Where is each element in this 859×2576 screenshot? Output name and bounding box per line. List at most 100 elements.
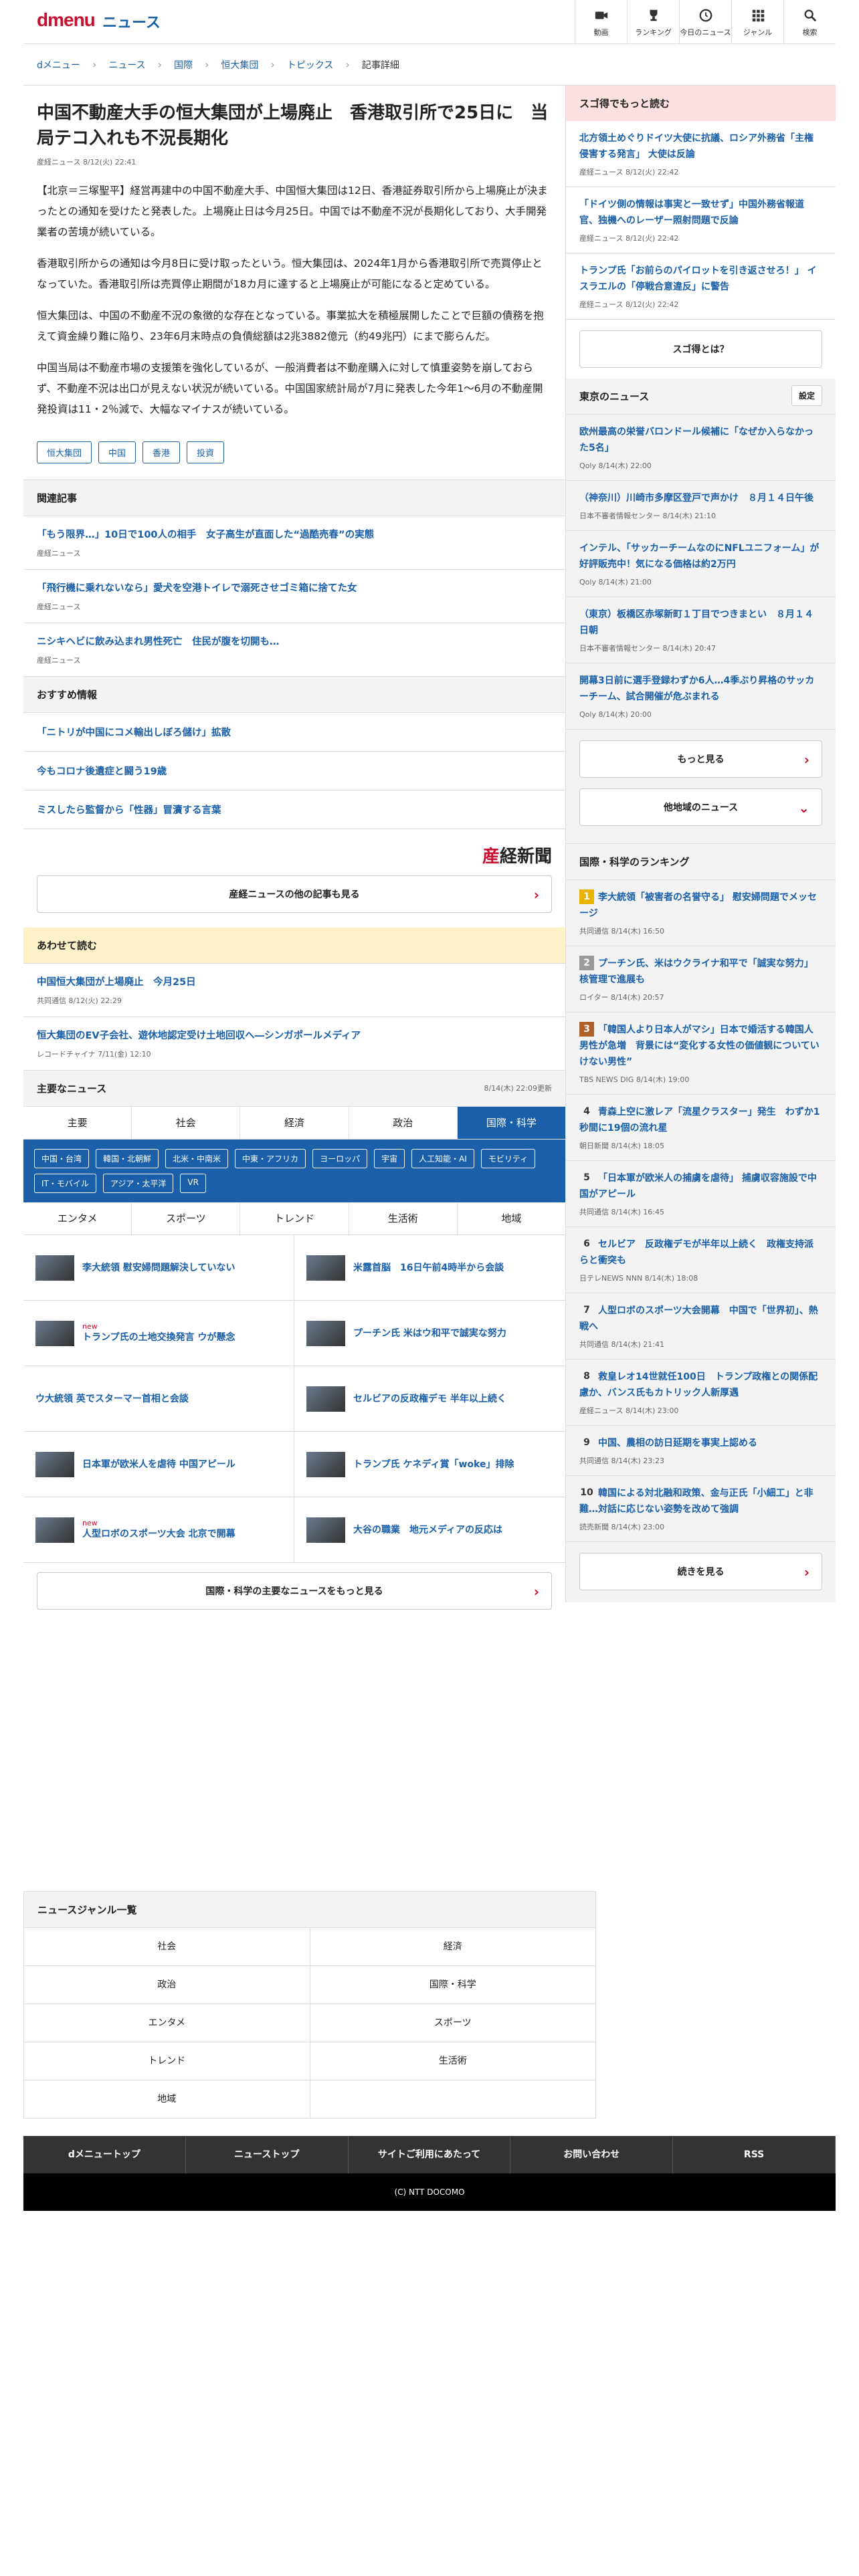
subtag[interactable]: 中東・アフリカ: [235, 1149, 306, 1168]
tokyo-item[interactable]: 欧州最高の栄誉バロンドール候補に「なぜか入らなかった5名」 Qoly 8/14(木…: [566, 415, 836, 481]
ranking-item[interactable]: 5 「日本軍が欧米人の捕虜を虐待」 捕虜収容施設で中国がアピール 共同通信 8/14…: [566, 1161, 836, 1227]
ranking-item[interactable]: 10 韓国による対北融和政策、金与正氏「小細工」と非難…対話に応じない姿勢を改めて…: [566, 1476, 836, 1542]
subtag[interactable]: アジア・太平洋: [102, 1174, 174, 1193]
ranking-item[interactable]: 3 「韓国人より日本人がマシ」日本で婚活する韓国人男性が急増 背景には“変化する女…: [566, 1012, 836, 1095]
other-region-button[interactable]: 他地域のニュース ⌄: [579, 788, 822, 826]
ranking-item[interactable]: 9 中国、農相の訪日延期を事実上認める 共同通信 8/14(木) 23:23: [566, 1426, 836, 1476]
news-item[interactable]: セルビアの反政権デモ 半年以上続く: [294, 1366, 565, 1432]
subtag[interactable]: VR: [180, 1174, 206, 1193]
tokyo-title[interactable]: （神奈川）川崎市多摩区登戸で声かけ ８月１４日午後: [579, 490, 822, 506]
also-title[interactable]: 恒大集団のEV子会社、遊休地認定受け土地回収へ―シンガポールメディア: [37, 1028, 552, 1042]
tab2-1[interactable]: スポーツ: [132, 1202, 241, 1235]
tokyo-title[interactable]: 開幕3日前に選手登録わずか6人…4季ぶり昇格のサッカーチーム、試合開催が危ぶまれ…: [579, 673, 822, 705]
news-title[interactable]: 大谷の職業 地元メディアの反応は: [353, 1525, 502, 1535]
ranking-title[interactable]: 青森上空に激レア「流星クラスター」発生 わずか1秒間に19個の流れ星: [579, 1107, 820, 1134]
header-nav-video[interactable]: 動画: [575, 0, 627, 44]
tab-2[interactable]: 経済: [240, 1107, 349, 1139]
also-title[interactable]: 中国恒大集団が上場廃止 今月25日: [37, 974, 552, 988]
tokyo-item[interactable]: 開幕3日前に選手登録わずか6人…4季ぶり昇格のサッカーチーム、試合開催が危ぶまれ…: [566, 663, 836, 730]
ranking-item[interactable]: 2 プーチン氏、米はウクライナ和平で「誠実な努力」 核管理で進展も ロイター 8/1…: [566, 946, 836, 1012]
tab-0[interactable]: 主要: [23, 1107, 132, 1139]
footer-link[interactable]: サイトご利用にあたって: [349, 2136, 511, 2173]
tab-4[interactable]: 国際・科学: [457, 1107, 566, 1139]
ranking-title[interactable]: 韓国による対北融和政策、金与正氏「小細工」と非難…対話に応じない姿勢を改めて強調: [579, 1488, 814, 1515]
news-title[interactable]: トランプ氏の土地交換発言 ウが懸念: [82, 1332, 235, 1343]
news-item[interactable]: プーチン氏 米はウ和平で誠実な努力: [294, 1301, 565, 1366]
tab2-2[interactable]: トレンド: [240, 1202, 349, 1235]
dmenu-logo[interactable]: dmenu: [37, 9, 96, 31]
breadcrumb-item[interactable]: ニュース: [108, 58, 145, 72]
footer-link[interactable]: ニューストップ: [186, 2136, 349, 2173]
related-item[interactable]: ニシキヘビに飲み込まれ男性死亡 住民が腹を切開も… 産経ニュース: [23, 623, 565, 677]
news-title[interactable]: トランプ氏 ケネディ賞「woke」排除: [353, 1459, 514, 1470]
news-title[interactable]: 人型ロボのスポーツ大会 北京で開幕: [82, 1529, 235, 1539]
genre-link[interactable]: 国際・科学: [310, 1966, 596, 2004]
article-tag[interactable]: 恒大集団: [37, 441, 92, 463]
header-nav-clock[interactable]: 今日のニュース: [679, 0, 731, 44]
related-title[interactable]: 「飛行機に乗れないなら」愛犬を空港トイレで溺死させゴミ箱に捨てた女: [37, 580, 552, 595]
tab2-0[interactable]: エンタメ: [23, 1202, 132, 1235]
ranking-title[interactable]: 李大統領「被害者の名誉守る」 慰安婦問題でメッセージ: [579, 892, 817, 919]
ranking-title[interactable]: 「日本軍が欧米人の捕虜を虐待」 捕虜収容施設で中国がアピール: [579, 1173, 817, 1200]
breadcrumb-item[interactable]: 恒大集団: [221, 58, 258, 72]
footer-link[interactable]: dメニュートップ: [23, 2136, 186, 2173]
tab2-4[interactable]: 地域: [458, 1202, 565, 1235]
related-title[interactable]: 「もう限界…」10日で100人の相手 女子高生が直面した“過酷売春”の実態: [37, 527, 552, 541]
news-section-title[interactable]: ニュース: [102, 11, 161, 32]
genre-link[interactable]: 政治: [24, 1966, 310, 2004]
article-tag[interactable]: 中国: [98, 441, 136, 463]
recommend-item[interactable]: 「ニトリが中国にコメ輸出しぼろ儲け」拡散: [23, 713, 565, 752]
ranking-item[interactable]: 6 セルビア 反政権デモが半年以上続く 政権支持派らと衝突も 日テレNEWS NNN…: [566, 1227, 836, 1293]
tokyo-title[interactable]: 欧州最高の栄誉バロンドール候補に「なぜか入らなかった5名」: [579, 424, 822, 456]
tokyo-setting-button[interactable]: 設定: [791, 385, 822, 406]
sankei-more-button[interactable]: 産経ニュースの他の記事も見る ›: [37, 875, 552, 913]
news-title[interactable]: 米露首脳 16日午前4時半から会談: [353, 1263, 504, 1273]
tab2-3[interactable]: 生活術: [349, 1202, 458, 1235]
genre-link[interactable]: スポーツ: [310, 2004, 596, 2042]
tab-3[interactable]: 政治: [349, 1107, 458, 1139]
subtag[interactable]: 人工知能・AI: [411, 1149, 474, 1168]
related-item[interactable]: 「もう限界…」10日で100人の相手 女子高生が直面した“過酷売春”の実態 産経ニ…: [23, 516, 565, 570]
subtag[interactable]: ヨーロッパ: [312, 1149, 368, 1168]
genre-link[interactable]: 経済: [310, 1928, 596, 1965]
news-item[interactable]: 米露首脳 16日午前4時半から会談: [294, 1235, 565, 1301]
sugo-item[interactable]: 北方領土めぐりドイツ大使に抗議、ロシア外務省「主権侵害する発言」 大使は反論 産経…: [566, 121, 836, 187]
tab-1[interactable]: 社会: [132, 1107, 241, 1139]
article-tag[interactable]: 投資: [187, 441, 225, 463]
ranking-title[interactable]: プーチン氏、米はウクライナ和平で「誠実な努力」 核管理で進展も: [579, 958, 814, 985]
news-item[interactable]: new 人型ロボのスポーツ大会 北京で開幕: [23, 1497, 294, 1563]
news-title[interactable]: 日本軍が欧米人を虐待 中国アピール: [82, 1459, 235, 1470]
also-item[interactable]: 中国恒大集団が上場廃止 今月25日 共同通信 8/12(火) 22:29: [23, 964, 565, 1017]
news-item[interactable]: 大谷の職業 地元メディアの反応は: [294, 1497, 565, 1563]
ranking-title[interactable]: 中国、農相の訪日延期を事実上認める: [598, 1438, 757, 1448]
genre-link[interactable]: 地域: [24, 2080, 310, 2118]
tokyo-title[interactable]: インテル、「サッカーチームなのにNFLユニフォーム」が好評販売中！気になる価格は…: [579, 540, 822, 572]
subtag[interactable]: IT・モバイル: [34, 1174, 96, 1193]
news-title[interactable]: プーチン氏 米はウ和平で誠実な努力: [353, 1328, 506, 1339]
news-item[interactable]: 日本軍が欧米人を虐待 中国アピール: [23, 1432, 294, 1497]
ranking-more-button[interactable]: 続きを見る ›: [579, 1553, 822, 1590]
sugo-item[interactable]: トランプ氏「お前らのパイロットを引き返させろ！」 イスラエルの「停戦合意違反」に…: [566, 253, 836, 320]
footer-link[interactable]: お問い合わせ: [510, 2136, 674, 2173]
breadcrumb-item[interactable]: トピックス: [287, 58, 334, 72]
subtag[interactable]: 中国・台湾: [34, 1149, 90, 1168]
sugo-title[interactable]: トランプ氏「お前らのパイロットを引き返させろ！」 イスラエルの「停戦合意違反」に…: [579, 263, 822, 295]
genre-link[interactable]: 社会: [24, 1928, 310, 1965]
sugo-item[interactable]: 「ドイツ側の情報は事実と一致せず」中国外務省報道官、独機へのレーザー照射問題で反…: [566, 187, 836, 253]
also-item[interactable]: 恒大集団のEV子会社、遊休地認定受け土地回収へ―シンガポールメディア レコードチャ…: [23, 1017, 565, 1071]
ranking-item[interactable]: 8 救皇レオ14世就任100日 トランプ政権との関係配慮か、バンス氏もカトリック人…: [566, 1360, 836, 1426]
news-item[interactable]: ウ大統領 英でスターマー首相と会談: [23, 1366, 294, 1432]
header-nav-trophy[interactable]: ランキング: [627, 0, 679, 44]
ranking-title[interactable]: 人型ロボのスポーツ大会開幕 中国で「世界初」、熱戦へ: [579, 1305, 818, 1332]
sugo-title[interactable]: 北方領土めぐりドイツ大使に抗議、ロシア外務省「主権侵害する発言」 大使は反論: [579, 130, 822, 163]
footer-link[interactable]: RSS: [673, 2136, 836, 2173]
genre-link[interactable]: 生活術: [310, 2042, 596, 2080]
sugo-title[interactable]: 「ドイツ側の情報は事実と一致せず」中国外務省報道官、独機へのレーザー照射問題で反…: [579, 197, 822, 229]
ranking-item[interactable]: 1 李大統領「被害者の名誉守る」 慰安婦問題でメッセージ 共同通信 8/14(木) …: [566, 880, 836, 946]
ranking-item[interactable]: 4 青森上空に激レア「流星クラスター」発生 わずか1秒間に19個の流れ星 朝日新聞 …: [566, 1095, 836, 1161]
news-item[interactable]: new トランプ氏の土地交換発言 ウが懸念: [23, 1301, 294, 1366]
article-tag[interactable]: 香港: [142, 441, 181, 463]
breadcrumb-item[interactable]: dメニュー: [37, 58, 80, 72]
tokyo-item[interactable]: インテル、「サッカーチームなのにNFLユニフォーム」が好評販売中！気になる価格は…: [566, 531, 836, 597]
ranking-item[interactable]: 7 人型ロボのスポーツ大会開幕 中国で「世界初」、熱戦へ 共同通信 8/14(木) …: [566, 1293, 836, 1360]
